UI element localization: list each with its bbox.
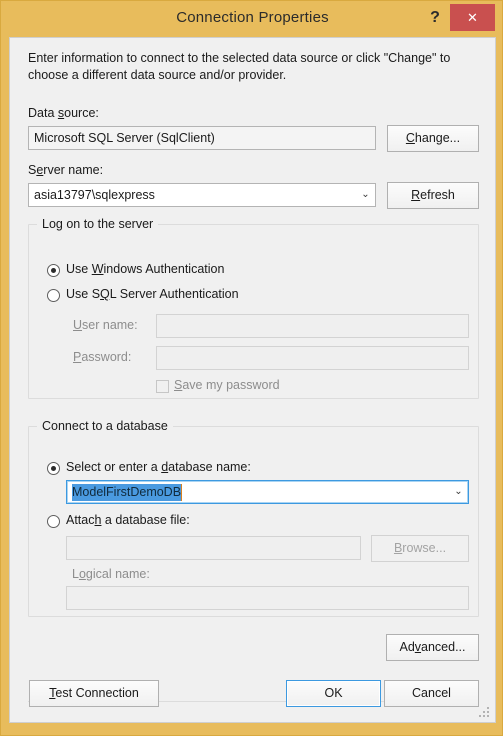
radio-sql-auth-label[interactable]: Use SQL Server Authentication bbox=[66, 287, 239, 301]
dialog-body: Enter information to connect to the sele… bbox=[9, 37, 496, 723]
title-bar[interactable]: Connection Properties ? ✕ bbox=[1, 1, 503, 37]
radio-windows-auth[interactable] bbox=[47, 264, 60, 277]
data-source-label: Data source: bbox=[28, 106, 99, 120]
user-name-label: User name: bbox=[73, 318, 138, 332]
database-group-title: Connect to a database bbox=[37, 419, 173, 433]
help-icon[interactable]: ? bbox=[422, 5, 448, 31]
radio-select-database[interactable] bbox=[47, 462, 60, 475]
database-name-selected-text: ModelFirstDemoDB bbox=[72, 484, 182, 501]
radio-sql-auth[interactable] bbox=[47, 289, 60, 302]
connection-properties-dialog: Connection Properties ? ✕ Enter informat… bbox=[0, 0, 503, 736]
resize-grip[interactable] bbox=[479, 707, 490, 718]
test-connection-button[interactable]: Test Connection bbox=[29, 680, 159, 707]
logon-group bbox=[28, 224, 479, 399]
database-name-combobox[interactable]: ModelFirstDemoDB bbox=[66, 480, 469, 504]
chevron-down-icon-database[interactable]: ⌄ bbox=[450, 480, 467, 504]
cancel-button[interactable]: Cancel bbox=[384, 680, 479, 707]
intro-text: Enter information to connect to the sele… bbox=[28, 51, 451, 82]
logical-name-field[interactable] bbox=[66, 586, 469, 610]
radio-windows-auth-label[interactable]: Use Windows Authentication bbox=[66, 262, 224, 276]
chevron-down-icon[interactable]: ⌄ bbox=[357, 183, 374, 207]
advanced-button[interactable]: Advanced... bbox=[386, 634, 479, 661]
close-icon[interactable]: ✕ bbox=[450, 4, 495, 31]
user-name-field[interactable] bbox=[156, 314, 469, 338]
ok-button[interactable]: OK bbox=[286, 680, 381, 707]
data-source-field[interactable]: Microsoft SQL Server (SqlClient) bbox=[28, 126, 376, 150]
logical-name-label: Logical name: bbox=[72, 567, 150, 581]
browse-button[interactable]: Browse... bbox=[371, 535, 469, 562]
server-name-combobox[interactable]: asia13797\sqlexpress bbox=[28, 183, 376, 207]
radio-attach-database-label[interactable]: Attach a database file: bbox=[66, 513, 190, 527]
attach-database-file-field[interactable] bbox=[66, 536, 361, 560]
save-password-checkbox[interactable] bbox=[156, 380, 169, 393]
save-password-label[interactable]: Save my password bbox=[174, 378, 280, 392]
password-field[interactable] bbox=[156, 346, 469, 370]
radio-attach-database[interactable] bbox=[47, 515, 60, 528]
logon-group-title: Log on to the server bbox=[37, 217, 159, 231]
change-button[interactable]: Change... bbox=[387, 125, 479, 152]
password-label: Password: bbox=[73, 350, 132, 364]
server-name-label: Server name: bbox=[28, 163, 104, 177]
refresh-button[interactable]: Refresh bbox=[387, 182, 479, 209]
radio-select-database-label[interactable]: Select or enter a database name: bbox=[66, 460, 251, 474]
